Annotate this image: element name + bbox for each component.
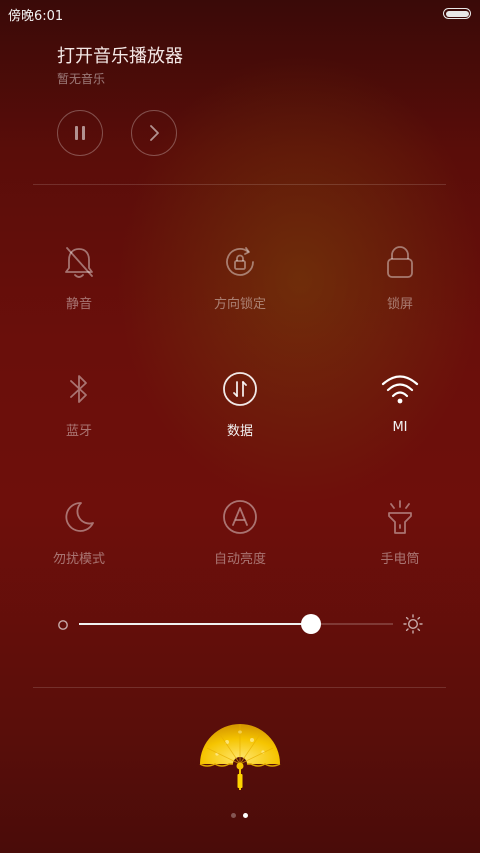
toggle-bluetooth-label: 蓝牙 [65, 424, 92, 439]
bell-muted-icon [57, 240, 101, 284]
status-time: 傍晚6:01 [8, 9, 64, 24]
moon-icon [57, 495, 101, 539]
pause-icon [75, 126, 85, 140]
toggle-bluetooth[interactable]: 蓝牙 [24, 367, 134, 457]
brightness-track[interactable] [79, 614, 393, 634]
toggle-rotation-lock-label: 方向锁定 [213, 297, 266, 312]
brightness-fill [79, 623, 312, 625]
toggle-silent-label: 静音 [65, 297, 92, 312]
toggle-flashlight-label: 手电筒 [380, 552, 420, 567]
toggle-wifi-label: MI [392, 420, 408, 435]
golden-fan-icon [199, 724, 281, 790]
page-dot-1[interactable] [231, 813, 236, 818]
auto-brightness-icon [218, 495, 262, 539]
music-status: 暂无音乐 [57, 72, 106, 86]
next-button[interactable] [131, 110, 177, 156]
music-player-title[interactable]: 打开音乐播放器 [57, 42, 183, 68]
wifi-icon [378, 367, 422, 411]
toggle-mobile-data[interactable]: 数据 [185, 367, 295, 457]
divider-top [33, 184, 446, 185]
next-icon [150, 125, 159, 141]
toggle-auto-brightness-label: 自动亮度 [213, 552, 266, 567]
rotation-lock-icon [218, 240, 262, 284]
status-bar: 傍晚6:01 [0, 0, 480, 26]
page-indicator [229, 813, 251, 819]
toggle-silent[interactable]: 静音 [24, 240, 134, 330]
mobile-data-icon [218, 367, 262, 411]
brightness-thumb[interactable] [301, 614, 322, 634]
divider-bottom [33, 687, 446, 688]
toggle-mobile-data-label: 数据 [226, 424, 253, 439]
brightness-slider[interactable] [52, 610, 432, 638]
toggle-lock-screen[interactable]: 锁屏 [345, 240, 455, 330]
toggle-do-not-disturb-label: 勿扰模式 [52, 552, 105, 567]
brightness-high-icon [403, 614, 423, 634]
pause-button[interactable] [57, 110, 103, 156]
toggle-rotation-lock[interactable]: 方向锁定 [185, 240, 295, 330]
brightness-low-icon [58, 620, 68, 630]
toggle-lock-screen-label: 锁屏 [386, 297, 413, 312]
battery-fill [445, 10, 469, 17]
page-dot-2[interactable] [243, 813, 248, 818]
flashlight-icon [378, 495, 422, 539]
battery-icon [443, 8, 471, 19]
toggle-flashlight[interactable]: 手电筒 [345, 495, 455, 585]
toggle-do-not-disturb[interactable]: 勿扰模式 [24, 495, 134, 585]
toggle-auto-brightness[interactable]: 自动亮度 [185, 495, 295, 585]
toggle-wifi[interactable]: MI [345, 367, 455, 457]
bluetooth-icon [57, 367, 101, 411]
lock-icon [378, 240, 422, 284]
